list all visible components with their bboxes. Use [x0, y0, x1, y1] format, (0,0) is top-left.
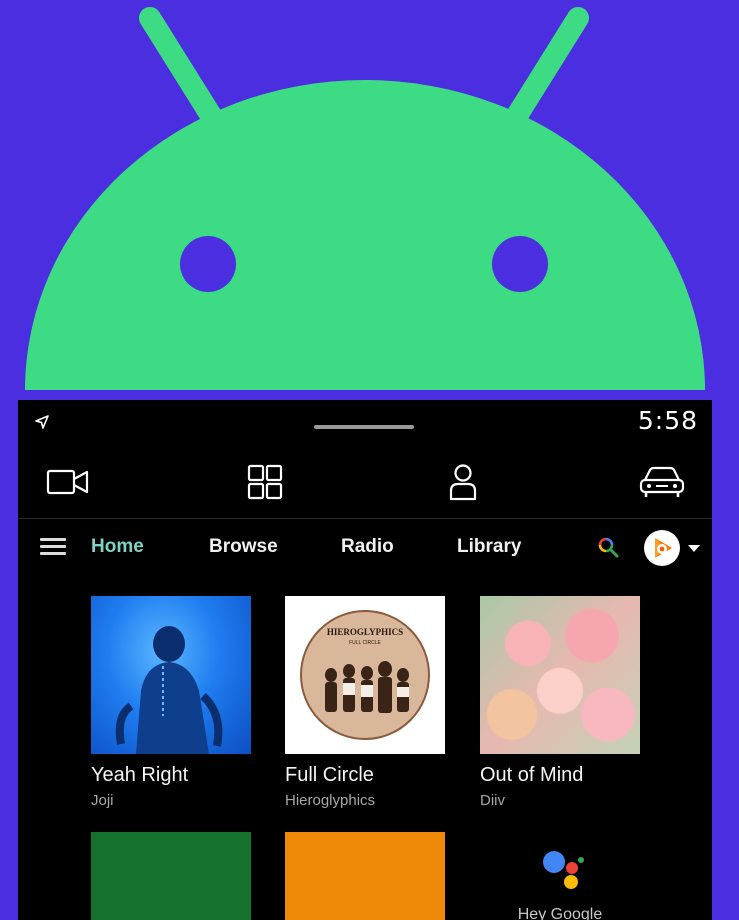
album-artist: Joji: [91, 792, 114, 809]
hamburger-menu-icon[interactable]: [40, 538, 66, 558]
android-logo: [25, 7, 705, 390]
album-title: Full Circle: [285, 764, 374, 786]
album-title: Yeah Right: [91, 764, 189, 786]
album-art: [91, 596, 251, 754]
playlist-tile-orange[interactable]: [285, 832, 445, 920]
search-icon[interactable]: [596, 536, 620, 560]
system-navigation: [18, 452, 712, 512]
tab-radio[interactable]: Radio: [341, 536, 394, 558]
car-display: 5:58 Home Browse Radio Library Yeah Righ…: [18, 400, 712, 920]
album-artist: Diiv: [480, 792, 505, 809]
album-card[interactable]: Out of Mind Diiv: [480, 596, 640, 809]
album-card[interactable]: HIEROGLYPHICS FULL CIRCLE Full Circle Hi…: [285, 596, 445, 809]
drag-handle[interactable]: [314, 425, 414, 429]
album-art: HIEROGLYPHICS FULL CIRCLE: [285, 596, 445, 754]
art-text: HIEROGLYPHICS: [327, 627, 403, 637]
apps-grid-icon[interactable]: [241, 460, 289, 504]
location-arrow-icon: [35, 415, 49, 429]
playlist-tile-green[interactable]: [91, 832, 251, 920]
play-music-icon[interactable]: [644, 530, 680, 566]
divider: [18, 518, 712, 519]
tab-home[interactable]: Home: [91, 536, 144, 558]
video-camera-icon[interactable]: [44, 460, 92, 504]
google-assistant-button[interactable]: Hey Google: [480, 840, 640, 920]
tab-library[interactable]: Library: [457, 536, 521, 558]
assistant-label: Hey Google: [517, 906, 603, 920]
album-art: [480, 596, 640, 754]
app-bar: Home Browse Radio Library: [18, 524, 712, 572]
google-assistant-icon: [543, 851, 584, 889]
album-title: Out of Mind: [480, 764, 584, 786]
status-time: 5:58: [637, 406, 698, 435]
status-bar: 5:58: [18, 400, 712, 444]
tab-browse[interactable]: Browse: [209, 536, 278, 558]
car-icon[interactable]: [638, 460, 686, 504]
album-artist: Hieroglyphics: [285, 792, 376, 809]
account-dropdown-icon[interactable]: [688, 545, 700, 552]
album-card[interactable]: Yeah Right Joji: [91, 596, 251, 809]
art-subtext: FULL CIRCLE: [349, 640, 381, 646]
person-icon[interactable]: [439, 460, 487, 504]
